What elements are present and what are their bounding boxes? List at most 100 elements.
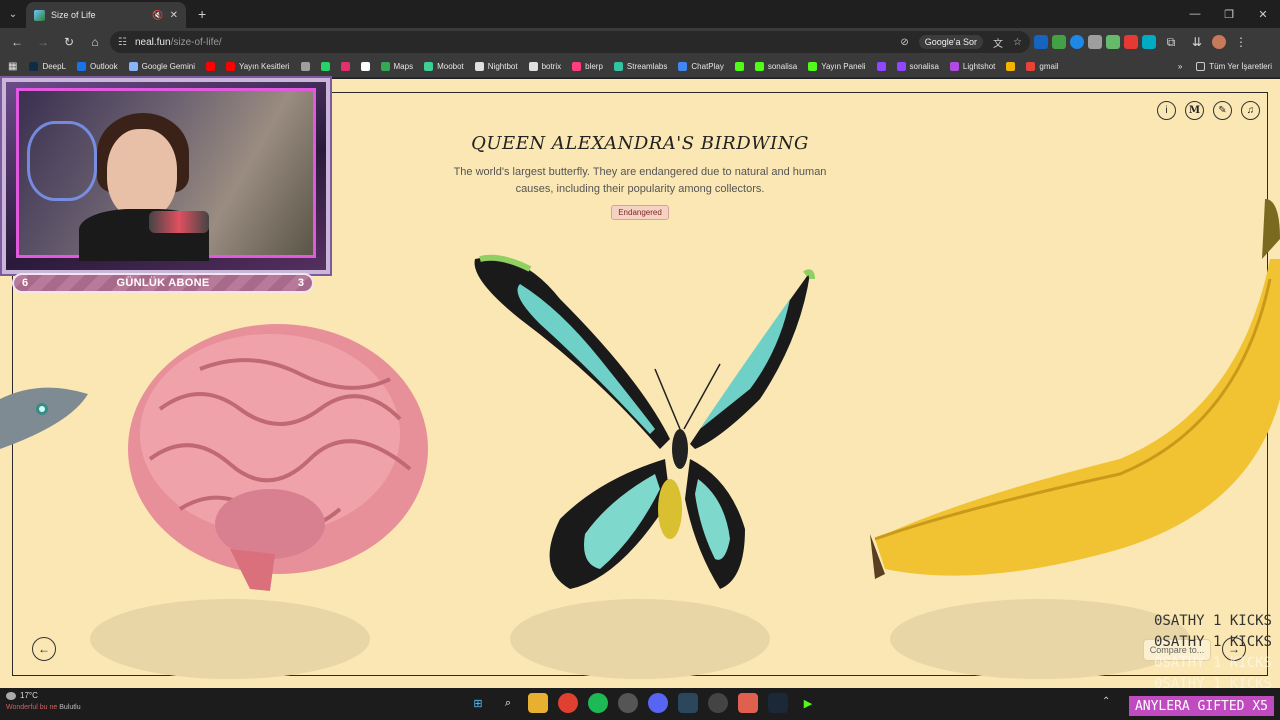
more-bookmarks-icon[interactable]: » xyxy=(1178,62,1182,71)
microphone xyxy=(149,211,209,233)
extension-icon[interactable] xyxy=(1034,35,1048,49)
butterfly-shadow xyxy=(510,599,770,679)
extension-icon[interactable] xyxy=(1124,35,1138,49)
url-text[interactable]: neal.fun/size-of-life/ xyxy=(135,37,892,48)
forward-icon[interactable]: → xyxy=(32,31,54,53)
profile-avatar[interactable] xyxy=(1212,35,1226,49)
steam-icon[interactable] xyxy=(768,693,788,713)
extension-icon[interactable] xyxy=(1106,35,1120,49)
chat-notification: Wonderful bu ne Bulutlu xyxy=(6,704,81,711)
browser-tab[interactable]: Size of Life 🔇 ✕ xyxy=(26,2,186,28)
bookmark-favicon-icon xyxy=(678,62,688,71)
kick-alert: 0SATHY 1 KICKS xyxy=(1153,613,1272,629)
steam-icon[interactable] xyxy=(678,693,698,713)
bookmark-item[interactable]: sonalisa xyxy=(896,62,939,71)
bookmark-item[interactable]: Outlook xyxy=(77,62,118,71)
all-bookmarks-button[interactable]: Tüm Yer İşaretleri xyxy=(1196,62,1272,71)
downloads-icon[interactable]: ⇊ xyxy=(1186,31,1208,53)
site-favicon-icon xyxy=(34,9,45,21)
bookmark-favicon-icon xyxy=(474,62,484,71)
back-icon[interactable]: ← xyxy=(6,31,28,53)
bookmark-favicon-icon xyxy=(754,62,764,71)
bookmark-item[interactable]: Google Gemini xyxy=(128,62,195,71)
banana-illustration xyxy=(870,199,1280,579)
bookmark-favicon-icon xyxy=(340,62,350,71)
tab-search-icon[interactable]: ⌄ xyxy=(0,0,26,28)
tray-chevron-icon[interactable]: ⌃ xyxy=(1102,696,1110,707)
bookmark-item[interactable] xyxy=(360,62,370,71)
restore-icon[interactable]: ❐ xyxy=(1212,0,1246,28)
close-tab-icon[interactable]: ✕ xyxy=(170,10,178,21)
browser-tabbar: ⌄ Size of Life 🔇 ✕ + — ❐ ✕ xyxy=(0,0,1280,28)
extension-icon[interactable] xyxy=(1088,35,1102,49)
home-icon[interactable]: ⌂ xyxy=(84,31,106,53)
extensions-puzzle-icon[interactable]: ⧉ xyxy=(1160,31,1182,53)
menu-kebab-icon[interactable]: ⋮ xyxy=(1230,31,1252,53)
close-window-icon[interactable]: ✕ xyxy=(1246,0,1280,28)
bookmark-favicon-icon xyxy=(360,62,370,71)
minimize-icon[interactable]: — xyxy=(1178,0,1212,28)
discord-icon[interactable] xyxy=(648,693,668,713)
kick-alert: 0SATHY 1 KICKS xyxy=(1153,655,1272,671)
bookmark-item[interactable]: Maps xyxy=(380,62,413,71)
bookmark-favicon-icon xyxy=(1006,62,1016,71)
bookmark-item[interactable]: Nightbot xyxy=(474,62,518,71)
bookmark-item[interactable] xyxy=(320,62,330,71)
windows-start-icon[interactable]: ⊞ xyxy=(468,693,488,713)
bookmark-item[interactable]: Yayın Kesitleri xyxy=(225,62,290,71)
google-sor-button[interactable]: Google'a Sor xyxy=(918,35,984,49)
bookmark-favicon-icon xyxy=(896,62,906,71)
bookmark-item[interactable] xyxy=(300,62,310,71)
translate-icon[interactable]: 文 xyxy=(993,35,1003,50)
bookmark-item[interactable]: blerp xyxy=(572,62,603,71)
bookmark-item[interactable]: sonalisa xyxy=(754,62,797,71)
file-explorer-icon[interactable] xyxy=(528,693,548,713)
bookmark-item[interactable]: Lightshot xyxy=(949,62,995,71)
bookmark-item[interactable] xyxy=(205,62,215,71)
extension-icon[interactable] xyxy=(1052,35,1066,49)
bookmark-favicon-icon xyxy=(613,62,623,71)
bookmark-item[interactable] xyxy=(1006,62,1016,71)
bookmark-star-icon[interactable]: ☆ xyxy=(1013,37,1022,48)
butterfly-illustration xyxy=(474,254,815,589)
bookmark-favicon-icon xyxy=(77,62,87,71)
bookmark-favicon-icon xyxy=(528,62,538,71)
bookmark-favicon-icon xyxy=(734,62,744,71)
tab-title: Size of Life xyxy=(51,10,96,20)
extension-icon[interactable] xyxy=(1070,35,1084,49)
apps-grid-icon[interactable]: ▦ xyxy=(8,61,17,72)
mute-tab-icon[interactable]: 🔇 xyxy=(152,10,163,21)
site-info-icon[interactable]: ☷ xyxy=(118,37,127,48)
bookmark-item[interactable]: Yayın Paneli xyxy=(808,62,866,71)
chrome-icon[interactable] xyxy=(558,693,578,713)
bookmark-favicon-icon xyxy=(29,62,39,71)
app-icon[interactable] xyxy=(708,693,728,713)
bookmark-item[interactable] xyxy=(340,62,350,71)
bookmark-item[interactable]: Moobot xyxy=(424,62,464,71)
bookmark-item[interactable]: DeepL xyxy=(29,62,66,71)
prev-arrow-button[interactable]: ← xyxy=(32,637,56,661)
extension-icon[interactable] xyxy=(1142,35,1156,49)
bookmark-favicon-icon xyxy=(128,62,138,71)
new-tab-button[interactable]: + xyxy=(198,6,206,22)
bookmark-item[interactable] xyxy=(876,62,886,71)
weather-widget[interactable]: 17°C xyxy=(6,691,38,701)
kick-alerts: 0SATHY 1 KICKS 0SATHY 1 KICKS 0SATHY 1 K… xyxy=(1154,611,1272,695)
app-icon[interactable] xyxy=(618,693,638,713)
bookmark-item[interactable]: Streamlabs xyxy=(613,62,667,71)
app-icon[interactable] xyxy=(738,693,758,713)
bookmark-favicon-icon xyxy=(876,62,886,71)
reload-icon[interactable]: ↻ xyxy=(58,31,80,53)
desktop: ⌄ Size of Life 🔇 ✕ + — ❐ ✕ ← → ↻ ⌂ ☷ nea… xyxy=(0,0,1280,720)
sub-goal-label: GÜNLÜK ABONE xyxy=(116,277,210,289)
bookmark-item[interactable]: ChatPlay xyxy=(678,62,724,71)
bookmark-item[interactable]: botrix xyxy=(528,62,561,71)
address-bar[interactable]: ☷ neal.fun/size-of-life/ ⊘ Google'a Sor … xyxy=(110,31,1030,53)
no-eye-icon[interactable]: ⊘ xyxy=(900,37,908,48)
search-icon[interactable]: ⌕ xyxy=(498,693,518,713)
spotify-icon[interactable] xyxy=(588,693,608,713)
bookmark-item[interactable]: gmail xyxy=(1026,62,1059,71)
webcam-feed xyxy=(16,88,316,261)
bookmark-item[interactable] xyxy=(734,62,744,71)
kick-icon[interactable]: ▶ xyxy=(798,693,818,713)
